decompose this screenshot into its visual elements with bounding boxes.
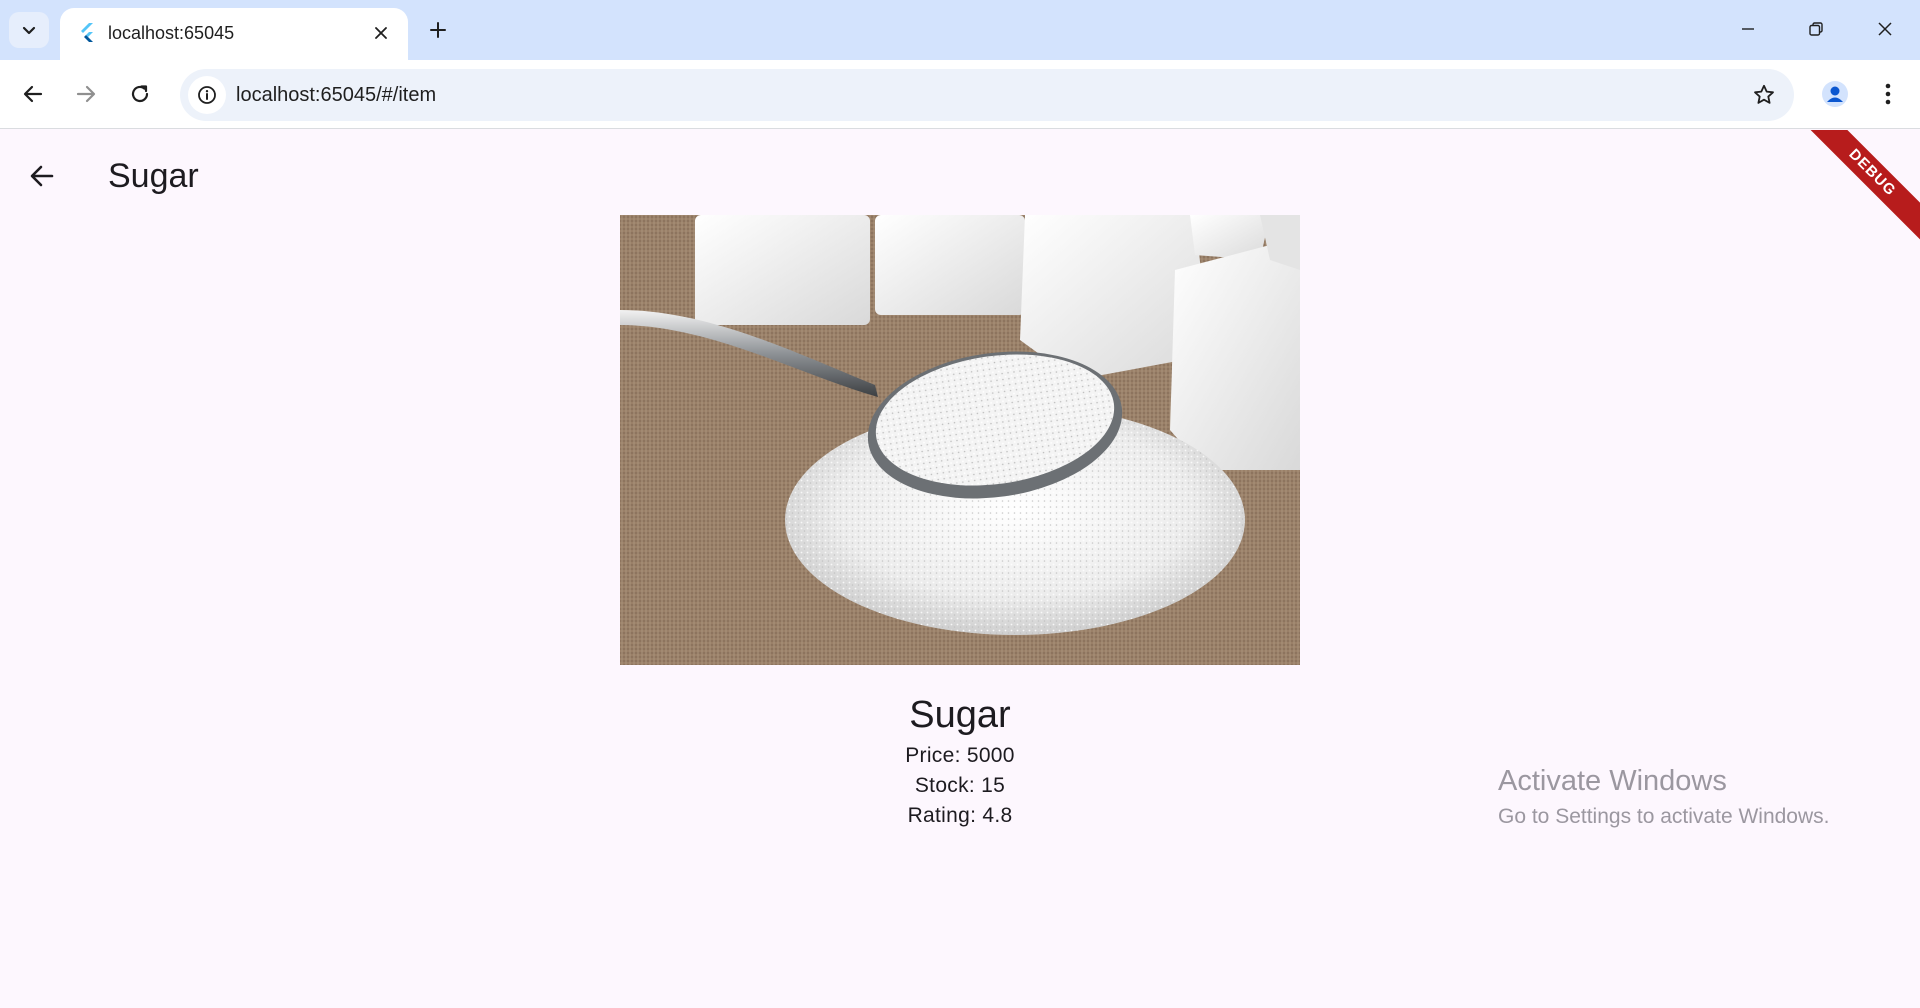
plus-icon xyxy=(430,22,446,38)
browser-toolbar: localhost:65045/#/item xyxy=(0,60,1920,129)
appbar-back-button[interactable] xyxy=(18,152,66,200)
debug-banner: DEBUG xyxy=(1792,130,1920,253)
more-vert-icon xyxy=(1885,83,1891,105)
close-icon xyxy=(375,27,387,39)
profile-button[interactable] xyxy=(1815,74,1855,114)
site-info-button[interactable] xyxy=(188,76,226,114)
windows-activation-subtitle: Go to Settings to activate Windows. xyxy=(1498,805,1830,828)
windows-activation-title: Activate Windows xyxy=(1498,765,1727,797)
star-icon xyxy=(1754,84,1774,104)
arrow-right-icon xyxy=(76,85,96,103)
tab-close-button[interactable] xyxy=(368,20,394,46)
browser-tabstrip: localhost:65045 xyxy=(0,0,1920,60)
reload-button[interactable] xyxy=(120,74,160,114)
product-image xyxy=(620,215,1300,665)
back-button[interactable] xyxy=(13,74,53,114)
close-window-button[interactable] xyxy=(1862,8,1908,50)
flutter-logo-icon xyxy=(81,23,93,42)
bookmark-button[interactable] xyxy=(1748,79,1780,111)
forward-button[interactable] xyxy=(66,74,106,114)
info-icon xyxy=(198,86,216,104)
new-tab-button[interactable] xyxy=(420,12,456,48)
app-viewport: Sugar DEBUG Sugar Price: 5000 Stock: 15 … xyxy=(0,130,1920,1008)
minimize-icon xyxy=(1742,28,1754,30)
arrow-left-icon xyxy=(23,85,43,103)
restore-icon xyxy=(1809,22,1823,36)
reload-icon xyxy=(131,85,149,103)
address-bar[interactable]: localhost:65045/#/item xyxy=(180,69,1794,121)
browser-tab[interactable]: localhost:65045 xyxy=(60,8,408,60)
appbar-title: Sugar xyxy=(108,157,199,195)
tab-title: localhost:65045 xyxy=(108,23,235,43)
restore-button[interactable] xyxy=(1793,8,1839,50)
tab-search-button[interactable] xyxy=(9,12,49,48)
url-text[interactable]: localhost:65045/#/item xyxy=(236,84,436,106)
person-icon xyxy=(1822,81,1848,107)
browser-menu-button[interactable] xyxy=(1868,74,1908,114)
arrow-left-icon xyxy=(30,165,54,187)
close-icon xyxy=(1878,22,1892,36)
product-name: Sugar xyxy=(909,694,1011,736)
chevron-down-icon xyxy=(22,26,36,35)
minimize-button[interactable] xyxy=(1725,8,1771,50)
